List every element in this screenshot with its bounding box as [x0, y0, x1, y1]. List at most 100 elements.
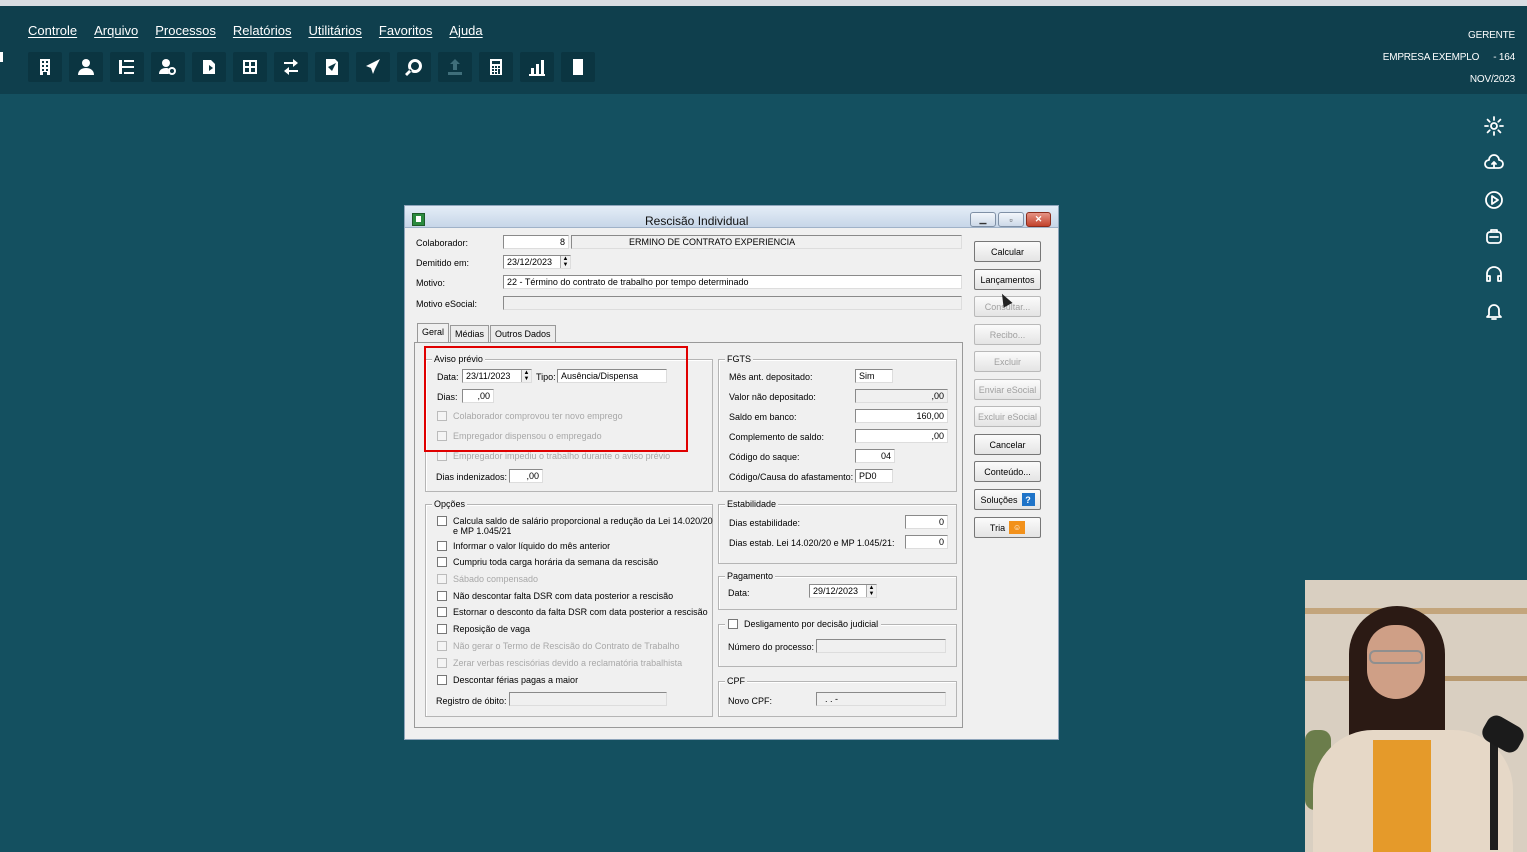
conteudo-button[interactable]: Conteúdo... — [974, 461, 1041, 482]
registro-obito-label: Registro de óbito: — [436, 696, 507, 706]
empregador-impediu-checkbox: Empregador impediu o trabalho durante o … — [437, 451, 670, 461]
opcao-zerar-verbas-checkbox: Zerar verbas rescisórias devido a reclam… — [437, 658, 682, 668]
menu-ajuda[interactable]: Ajuda — [449, 23, 482, 38]
minimize-button[interactable]: ▁ — [970, 212, 996, 227]
codigo-saque-field[interactable]: 04 — [855, 449, 895, 463]
menu-processos[interactable]: Processos — [155, 23, 216, 38]
codigo-causa-field[interactable]: PD0 — [855, 469, 893, 483]
complemento-field[interactable]: ,00 — [855, 429, 948, 443]
opcao-descontar-ferias-checkbox[interactable]: Descontar férias pagas a maior — [437, 675, 578, 685]
demitido-date-field[interactable]: 23/12/2023 ▲ ▼ — [503, 255, 571, 269]
calculator-icon[interactable] — [479, 52, 513, 82]
support-icon[interactable] — [1480, 227, 1508, 247]
codigo-causa-label: Código/Causa do afastamento: — [729, 472, 854, 482]
spin-arrows-icon[interactable]: ▲ ▼ — [560, 256, 570, 268]
user-role: GERENTE — [1468, 30, 1515, 41]
valor-nao-field: ,00 — [855, 389, 948, 403]
mes-ant-field[interactable]: Sim — [855, 369, 893, 383]
colaborador-code-field[interactable]: 8 — [503, 235, 569, 249]
app-icon — [412, 213, 425, 226]
solucoes-button[interactable]: Soluções? — [974, 489, 1041, 510]
highlight-box — [424, 346, 688, 452]
glasses — [1369, 650, 1423, 664]
menu-arquivo[interactable]: Arquivo — [94, 23, 138, 38]
opcao-carga-horaria-checkbox[interactable]: Cumpriu toda carga horária da semana da … — [437, 557, 658, 567]
menu-relatorios[interactable]: Relatórios — [233, 23, 292, 38]
help-icon: ? — [1021, 493, 1035, 506]
mes-ant-label: Mês ant. depositado: — [729, 372, 813, 382]
colaborador-name-field: ERMINO DE CONTRATO EXPERIENCIA — [571, 235, 962, 249]
search-icon[interactable] — [397, 52, 431, 82]
cancelar-button[interactable]: Cancelar — [974, 434, 1041, 455]
company-name: EMPRESA EXEMPLO — [1382, 52, 1480, 63]
calcular-button[interactable]: Calcular — [974, 241, 1041, 262]
tab-geral[interactable]: Geral — [417, 323, 450, 342]
opcoes-title: Opções — [432, 499, 468, 509]
company-code: - 164 — [1493, 52, 1515, 63]
fgts-title: FGTS — [725, 354, 753, 364]
dias-estab-lei-label: Dias estab. Lei 14.020/20 e MP 1.045/21: — [729, 538, 895, 548]
opcao-estornar-dsr-checkbox[interactable]: Estornar o desconto da falta DSR com dat… — [437, 607, 708, 617]
lancamentos-button[interactable]: Lançamentos — [974, 269, 1041, 290]
excluir-button: Excluir — [974, 351, 1041, 372]
estabilidade-title: Estabilidade — [725, 499, 779, 509]
opcao-nao-descontar-dsr-checkbox[interactable]: Não descontar falta DSR com data posteri… — [437, 591, 673, 601]
registro-obito-field — [509, 692, 667, 706]
side-marker — [0, 52, 3, 62]
novo-cpf-field: . . - — [816, 692, 946, 706]
cloud-upload-icon[interactable] — [1480, 153, 1508, 173]
airplane-icon[interactable] — [356, 52, 390, 82]
pagamento-title: Pagamento — [725, 571, 776, 581]
numero-processo-field — [816, 639, 946, 653]
maximize-button[interactable]: ▫ — [998, 212, 1024, 227]
chart-icon[interactable] — [520, 52, 554, 82]
side-toolbar — [1480, 116, 1508, 321]
document-icon[interactable] — [315, 52, 349, 82]
menu-controle[interactable]: Controle — [28, 23, 77, 38]
opcao-valor-liquido-checkbox[interactable]: Informar o valor líquido do mês anterior — [437, 541, 610, 551]
calculator-grid-icon[interactable] — [233, 52, 267, 82]
transfer-icon[interactable] — [274, 52, 308, 82]
motivo-field[interactable]: 22 - Término do contrato de trabalho por… — [503, 275, 962, 289]
dialog-titlebar: Rescisão Individual ▁ ▫ ✕ — [405, 206, 1058, 228]
document-export-icon[interactable] — [192, 52, 226, 82]
pagamento-data-field[interactable]: 29/12/2023 ▲ ▼ — [809, 584, 877, 598]
complemento-label: Complemento de saldo: — [729, 432, 825, 442]
valor-nao-label: Valor não depositado: — [729, 392, 816, 402]
demitido-label: Demitido em: — [416, 258, 470, 268]
bell-icon[interactable] — [1480, 301, 1508, 321]
period: NOV/2023 — [1469, 74, 1515, 85]
tria-button[interactable]: Tria ☺ — [974, 517, 1041, 538]
user-search-icon[interactable] — [151, 52, 185, 82]
gear-icon[interactable] — [1480, 116, 1508, 136]
headset-icon[interactable] — [1480, 264, 1508, 284]
tab-outros-dados[interactable]: Outros Dados — [490, 325, 556, 342]
menu-utilitarios[interactable]: Utilitários — [308, 23, 361, 38]
dias-estabilidade-field[interactable]: 0 — [905, 515, 948, 529]
close-button[interactable]: ✕ — [1026, 212, 1051, 227]
menu-favoritos[interactable]: Favoritos — [379, 23, 432, 38]
building-icon[interactable] — [28, 52, 62, 82]
opcao-sabado-compensado-checkbox: Sábado compensado — [437, 574, 538, 584]
saldo-banco-field[interactable]: 160,00 — [855, 409, 948, 423]
saldo-banco-label: Saldo em banco: — [729, 412, 797, 422]
play-icon[interactable] — [1480, 190, 1508, 210]
rescisao-dialog: Rescisão Individual ▁ ▫ ✕ Colaborador: 8… — [404, 205, 1059, 740]
numero-processo-label: Número do processo: — [728, 642, 815, 652]
spin-arrows-icon[interactable]: ▲ ▼ — [866, 585, 876, 597]
webcam-overlay — [1305, 580, 1527, 852]
dias-indenizados-field[interactable]: ,00 — [509, 469, 543, 483]
desligamento-judicial-checkbox[interactable]: Desligamento por decisão judicial — [725, 619, 882, 629]
dias-indenizados-label: Dias indenizados: — [436, 472, 508, 482]
opcao-reposicao-vaga-checkbox[interactable]: Reposição de vaga — [437, 624, 530, 634]
opcao-saldo-proporcional-checkbox[interactable]: Calcula saldo de salário proporcional a … — [437, 516, 713, 536]
main-menu: Controle Arquivo Processos Relatórios Ut… — [28, 23, 483, 38]
recibo-button: Recibo... — [974, 324, 1041, 345]
list-icon[interactable] — [110, 52, 144, 82]
dias-estab-lei-field[interactable]: 0 — [905, 535, 948, 549]
user-icon[interactable] — [69, 52, 103, 82]
pagamento-data-label: Data: — [728, 588, 750, 598]
book-icon[interactable] — [561, 52, 595, 82]
codigo-saque-label: Código do saque: — [729, 452, 800, 462]
tab-medias[interactable]: Médias — [450, 325, 490, 342]
